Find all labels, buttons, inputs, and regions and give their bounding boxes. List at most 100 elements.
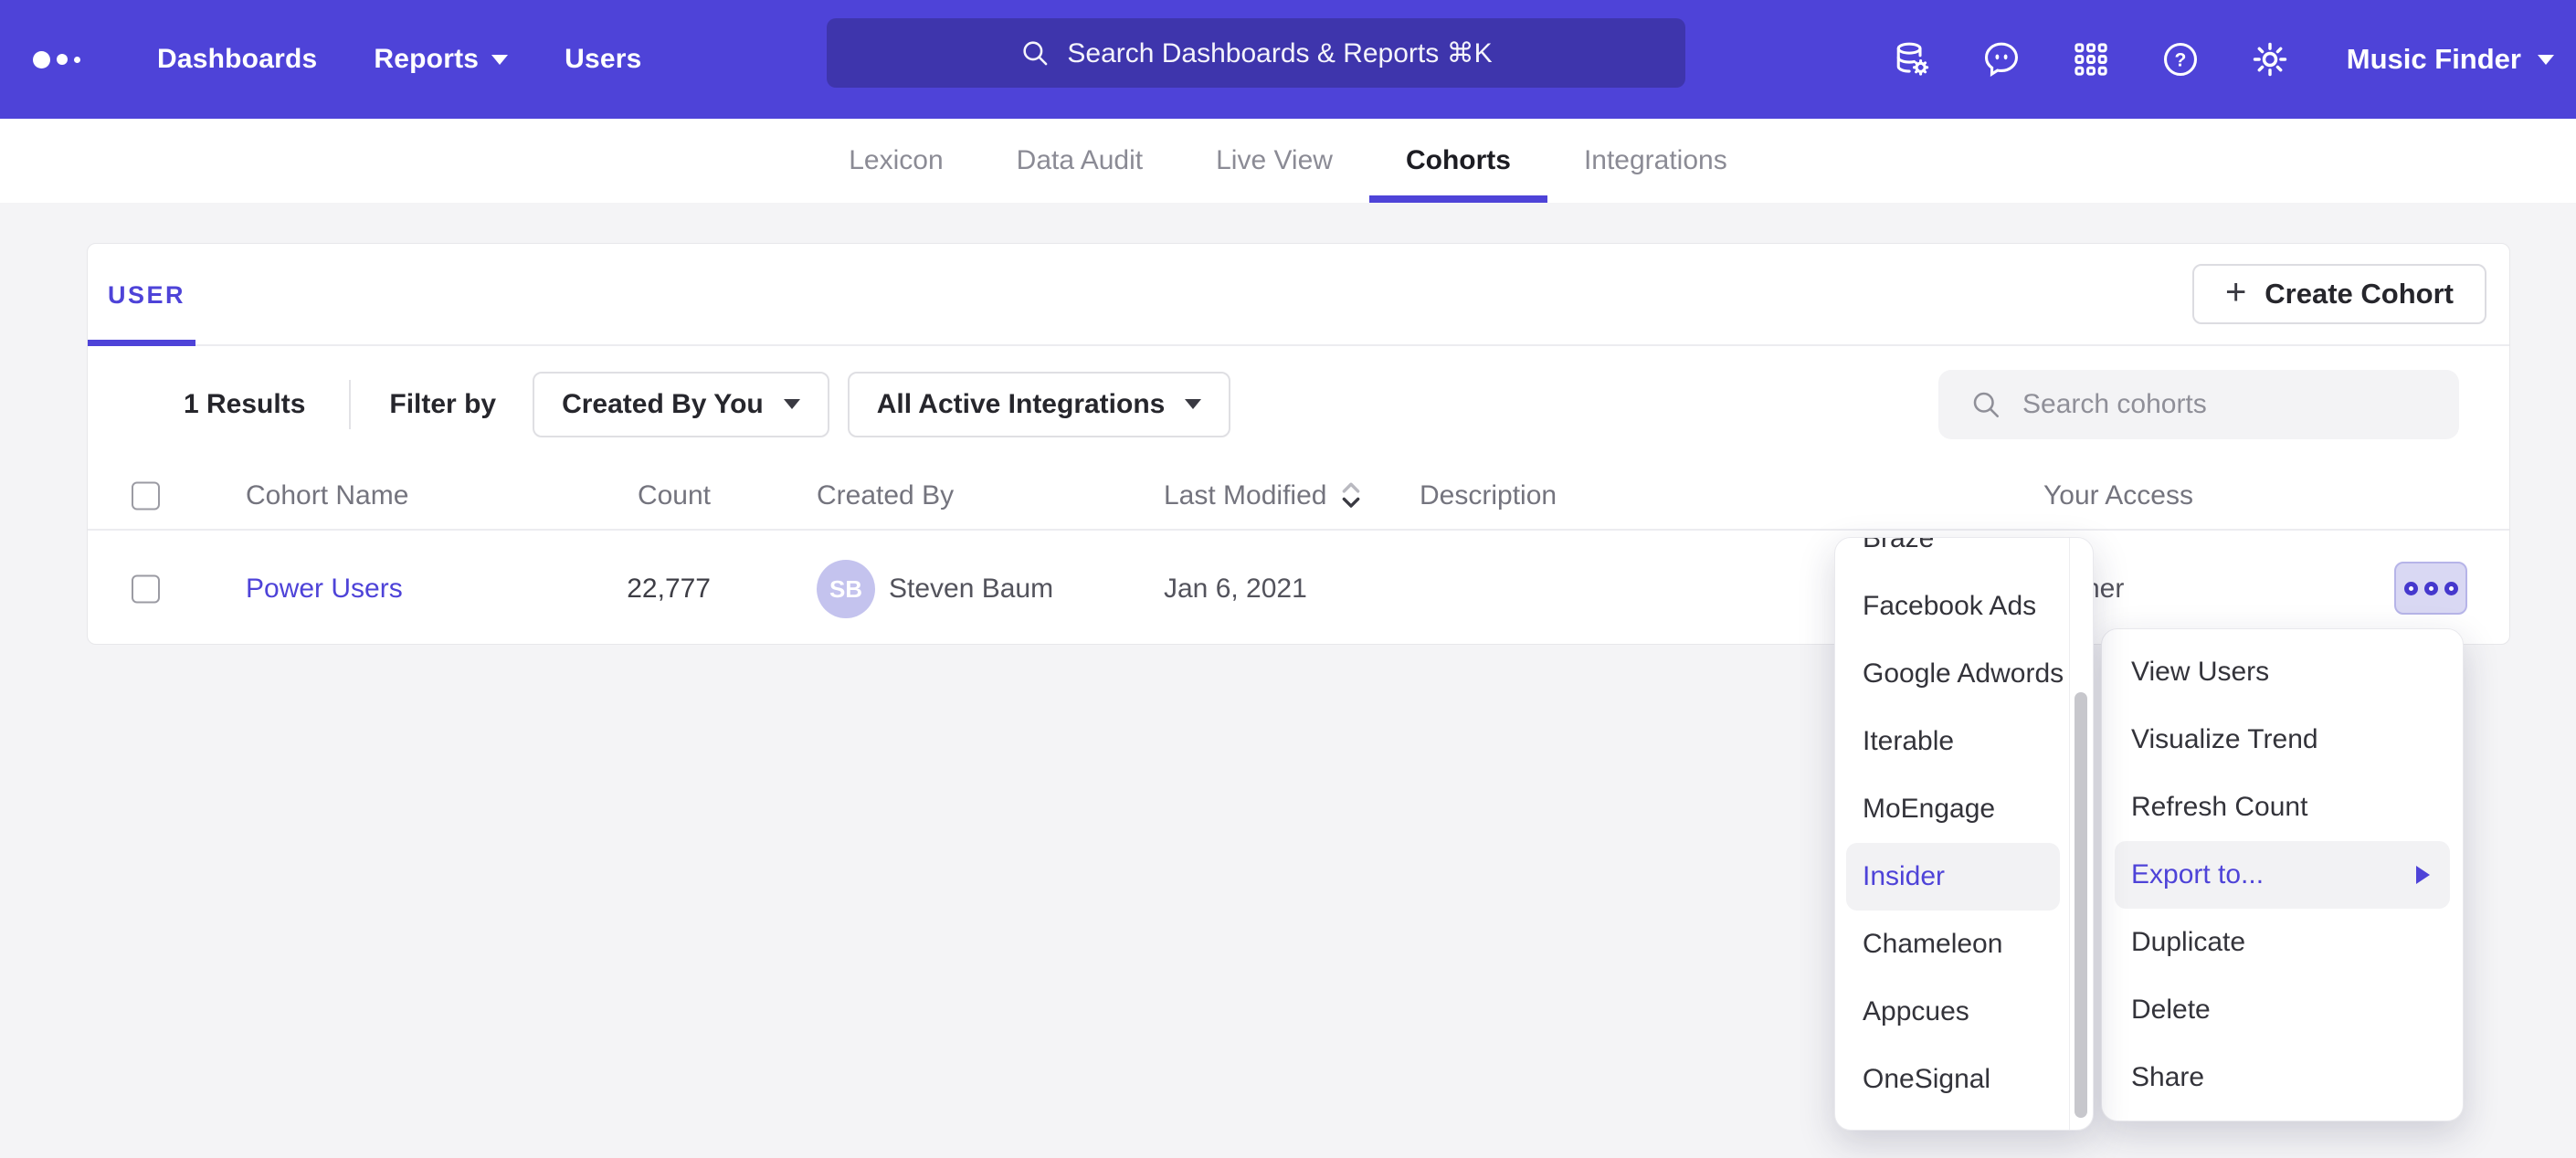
select-all-checkbox[interactable] xyxy=(132,481,160,510)
help-icon: ? xyxy=(2159,38,2201,80)
logo-dot-small xyxy=(74,57,80,63)
column-header-description[interactable]: Description xyxy=(1420,480,1557,511)
column-header-count[interactable]: Count xyxy=(572,480,711,511)
search-icon xyxy=(1019,37,1050,68)
global-search-input[interactable]: Search Dashboards & Reports ⌘K xyxy=(827,18,1685,88)
menu-item-insider[interactable]: Insider xyxy=(1846,843,2060,911)
create-cohort-button[interactable]: + Create Cohort xyxy=(2192,264,2486,324)
column-header-last-modified[interactable]: Last Modified xyxy=(1164,480,1363,511)
menu-item-export-to[interactable]: Export to... xyxy=(2115,841,2450,909)
chevron-down-icon xyxy=(1185,399,1201,409)
menu-item-google-adwords[interactable]: Google Adwords xyxy=(1835,640,2093,708)
tab-cohorts[interactable]: Cohorts xyxy=(1369,119,1547,203)
menu-item-moengage[interactable]: MoEngage xyxy=(1835,775,2093,843)
dot-icon xyxy=(2424,582,2438,595)
tab-user-cohorts[interactable]: USER xyxy=(108,244,185,346)
user-tab-underline xyxy=(88,340,195,346)
dot-icon xyxy=(2404,582,2418,595)
created-by-cell: SB Steven Baum xyxy=(817,560,1053,618)
results-count: 1 Results xyxy=(184,389,305,420)
divider xyxy=(349,380,351,429)
database-settings-icon xyxy=(1891,38,1933,80)
help-button[interactable]: ? xyxy=(2159,37,2202,81)
nav-item-reports[interactable]: Reports xyxy=(374,44,508,75)
tab-data-audit[interactable]: Data Audit xyxy=(980,119,1179,203)
menu-item-braze[interactable]: Braze xyxy=(1835,537,2093,573)
table-header-row: Cohort Name Count Created By Last Modifi… xyxy=(88,462,2509,531)
chevron-down-icon xyxy=(491,55,508,65)
column-header-label: Last Modified xyxy=(1164,480,1326,511)
cohorts-card: USER + Create Cohort 1 Results Filter by… xyxy=(87,243,2510,645)
last-modified-date: Jan 6, 2021 xyxy=(1164,574,1307,605)
sort-icon xyxy=(1339,480,1363,511)
tab-label: Live View xyxy=(1216,145,1333,176)
tab-label: Cohorts xyxy=(1406,145,1511,176)
menu-item-iterable[interactable]: Iterable xyxy=(1835,708,2093,775)
top-navigation: Dashboards Reports Users xyxy=(157,44,642,75)
menu-item-duplicate[interactable]: Duplicate xyxy=(2102,909,2463,976)
column-header-created-by[interactable]: Created By xyxy=(817,480,954,511)
top-header-bar: Dashboards Reports Users Search Dashboar… xyxy=(0,0,2576,119)
apps-grid-icon xyxy=(2070,38,2112,80)
settings-button[interactable] xyxy=(2248,37,2292,81)
nav-item-label: Reports xyxy=(374,44,479,75)
project-switcher[interactable]: Music Finder xyxy=(2347,43,2554,76)
active-tab-underline xyxy=(1369,195,1547,203)
tab-integrations[interactable]: Integrations xyxy=(1547,119,1764,203)
project-name: Music Finder xyxy=(2347,43,2521,76)
logo-dot-large xyxy=(33,51,50,68)
menu-item-onesignal[interactable]: OneSignal xyxy=(1835,1046,2093,1113)
search-icon xyxy=(1969,388,2002,421)
row-actions-button[interactable] xyxy=(2394,562,2467,615)
column-header-cohort-name[interactable]: Cohort Name xyxy=(246,480,408,511)
menu-item-appcues[interactable]: Appcues xyxy=(1835,978,2093,1046)
avatar: SB xyxy=(817,560,875,618)
filter-toolbar: 1 Results Filter by Created By You All A… xyxy=(88,346,2509,462)
created-by-name: Steven Baum xyxy=(889,574,1053,605)
chevron-down-icon xyxy=(2538,55,2554,65)
menu-item-share[interactable]: Share xyxy=(2102,1044,2463,1111)
menu-item-visualize-trend[interactable]: Visualize Trend xyxy=(2102,706,2463,774)
create-cohort-label: Create Cohort xyxy=(2265,278,2454,311)
nav-item-label: Dashboards xyxy=(157,44,317,75)
tab-lexicon[interactable]: Lexicon xyxy=(812,119,979,203)
submenu-list: Braze Facebook Ads Google Adwords Iterab… xyxy=(1835,537,2093,1113)
menu-item-label: Export to... xyxy=(2131,859,2264,890)
tab-label: Lexicon xyxy=(849,145,943,176)
tab-live-view[interactable]: Live View xyxy=(1179,119,1369,203)
chevron-down-icon xyxy=(784,399,800,409)
nav-item-dashboards[interactable]: Dashboards xyxy=(157,44,317,75)
feedback-button[interactable] xyxy=(1980,37,2023,81)
tab-label: USER xyxy=(108,281,185,310)
nav-item-users[interactable]: Users xyxy=(565,44,641,75)
filter-by-label: Filter by xyxy=(389,389,496,420)
cohort-search-input[interactable] xyxy=(2022,389,2415,420)
global-search-placeholder: Search Dashboards & Reports ⌘K xyxy=(1067,37,1492,69)
menu-item-chameleon[interactable]: Chameleon xyxy=(1835,911,2093,978)
apps-grid-button[interactable] xyxy=(2069,37,2113,81)
tab-label: Integrations xyxy=(1584,145,1727,176)
tab-label: Data Audit xyxy=(1017,145,1143,176)
menu-item-delete[interactable]: Delete xyxy=(2102,976,2463,1044)
mixpanel-logo-icon[interactable] xyxy=(33,51,143,68)
plus-icon: + xyxy=(2225,274,2246,311)
menu-item-view-users[interactable]: View Users xyxy=(2102,638,2463,706)
cohort-count: 22,777 xyxy=(572,574,711,605)
nav-item-label: Users xyxy=(565,44,641,75)
cohort-type-tabs: USER + Create Cohort xyxy=(88,244,2509,346)
cohort-search-box xyxy=(1938,370,2459,439)
submenu-arrow-icon xyxy=(2416,866,2430,884)
data-management-button[interactable] xyxy=(1890,37,1934,81)
created-by-filter-dropdown[interactable]: Created By You xyxy=(533,372,829,437)
menu-item-refresh-count[interactable]: Refresh Count xyxy=(2102,774,2463,841)
filter-value: All Active Integrations xyxy=(877,389,1166,420)
cohort-name-link[interactable]: Power Users xyxy=(246,574,403,605)
row-checkbox[interactable] xyxy=(132,575,160,604)
integrations-filter-dropdown[interactable]: All Active Integrations xyxy=(848,372,1231,437)
logo-dot-medium xyxy=(57,54,68,65)
filter-value: Created By You xyxy=(562,389,764,420)
header-actions: ? Music Finder xyxy=(1890,0,2554,119)
column-header-your-access[interactable]: Your Access xyxy=(2043,480,2193,511)
menu-item-facebook-ads[interactable]: Facebook Ads xyxy=(1835,573,2093,640)
submenu-scrollbar[interactable] xyxy=(2075,692,2087,1118)
